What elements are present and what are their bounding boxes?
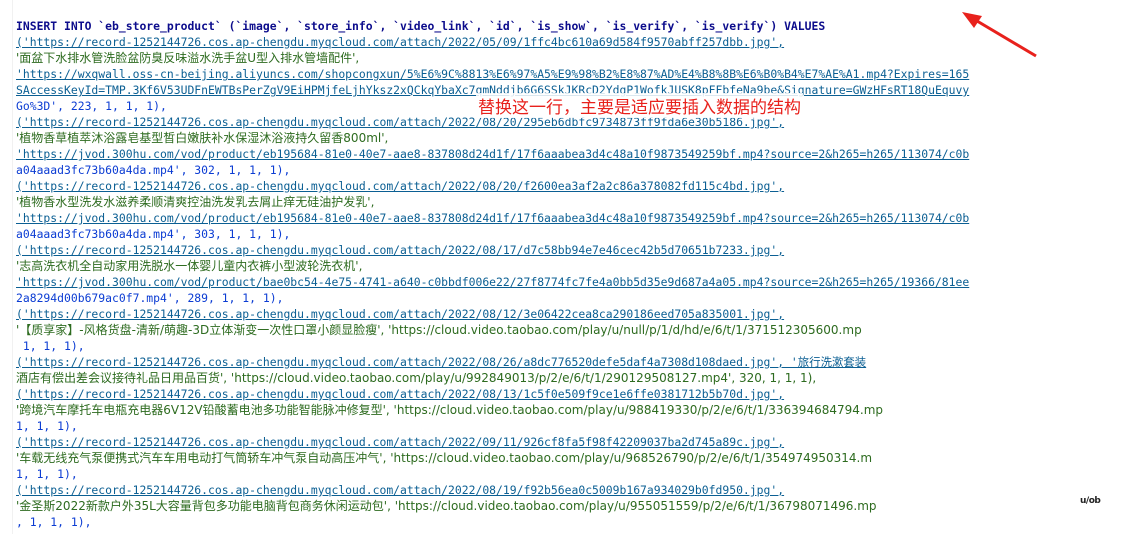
- code-line: ('https://record-1252144726.cos.ap-cheng…: [16, 483, 785, 497]
- code-line: ('https://record-1252144726.cos.ap-cheng…: [16, 355, 867, 369]
- code-line: '植物香草植萃沐浴露皂基型皙白嫩肤补水保湿沐浴液持久留香800ml',: [16, 131, 389, 145]
- annotation-arrow: [962, 12, 1037, 58]
- code-line: a04aaad3fc73b60a4da.mp4', 303, 1, 1, 1),: [16, 227, 291, 241]
- code-line: ('https://record-1252144726.cos.ap-cheng…: [16, 307, 785, 321]
- watermark: u/ob: [1080, 496, 1101, 506]
- code-line: ('https://record-1252144726.cos.ap-cheng…: [16, 243, 785, 257]
- code-line: 1, 1, 1),: [16, 419, 78, 433]
- code-line: ('https://record-1252144726.cos.ap-cheng…: [16, 35, 785, 49]
- code-line: '金圣斯2022新款户外35L大容量背包多功能电脑背包商务休闲运动包', 'ht…: [16, 499, 877, 513]
- code-line: ('https://record-1252144726.cos.ap-cheng…: [16, 435, 785, 449]
- code-line: a04aaad3fc73b60a4da.mp4', 302, 1, 1, 1),: [16, 163, 291, 177]
- annotation-note: 替换这一行，主要是适应要插入数据的结构: [476, 93, 803, 118]
- code-line: 1, 1, 1),: [16, 339, 85, 353]
- code-line: '车载无线充气泵便携式汽车车用电动打气筒轿车冲气泵自动高压冲气', 'https…: [16, 451, 873, 465]
- code-line: 酒店有偿出差会议接待礼品日用品百货', 'https://cloud.video…: [16, 371, 817, 385]
- code-line: '【质享家】-风格货盘-清新/萌趣-3D立体渐变一次性口罩小颜显脸瘦', 'ht…: [16, 323, 862, 337]
- code-line: 'https://jvod.300hu.com/vod/product/eb19…: [16, 147, 970, 161]
- code-line: '志高洗衣机全自动家用洗脱水一体婴儿童内衣裤小型波轮洗衣机',: [16, 259, 363, 273]
- code-line: '面盆下水排水管洗脸盆防臭反味溢水洗手盆U型入排水管墙配件',: [16, 51, 360, 65]
- code-line: 'https://jvod.300hu.com/vod/product/bae0…: [16, 275, 970, 289]
- code-line: , 1, 1, 1),: [16, 515, 92, 529]
- code-line: 'https://jvod.300hu.com/vod/product/eb19…: [16, 211, 970, 225]
- editor-gutter: [0, 0, 13, 534]
- code-line: ('https://record-1252144726.cos.ap-cheng…: [16, 179, 785, 193]
- code-line: 2a8294d00b679ac0f7.mp4', 289, 1, 1, 1),: [16, 291, 284, 305]
- code-line: 1, 1, 1),: [16, 467, 78, 481]
- code-line: Go%3D', 223, 1, 1, 1),: [16, 99, 167, 113]
- code-line: ('https://record-1252144726.cos.ap-cheng…: [16, 387, 785, 401]
- code-line: '跨境汽车摩托车电瓶充电器6V12V铅酸蓄电池多功能智能脉冲修复型', 'htt…: [16, 403, 884, 417]
- code-editor[interactable]: INSERT INTO `eb_store_product` (`image`,…: [0, 0, 1126, 534]
- code-line: '植物香水型洗发水滋养柔顺清爽控油洗发乳去屑止痒无硅油护发乳',: [16, 195, 375, 209]
- code-line: INSERT INTO `eb_store_product` (`image`,…: [16, 19, 826, 33]
- code-line: 'https://wxqwall.oss-cn-beijing.aliyuncs…: [16, 67, 970, 81]
